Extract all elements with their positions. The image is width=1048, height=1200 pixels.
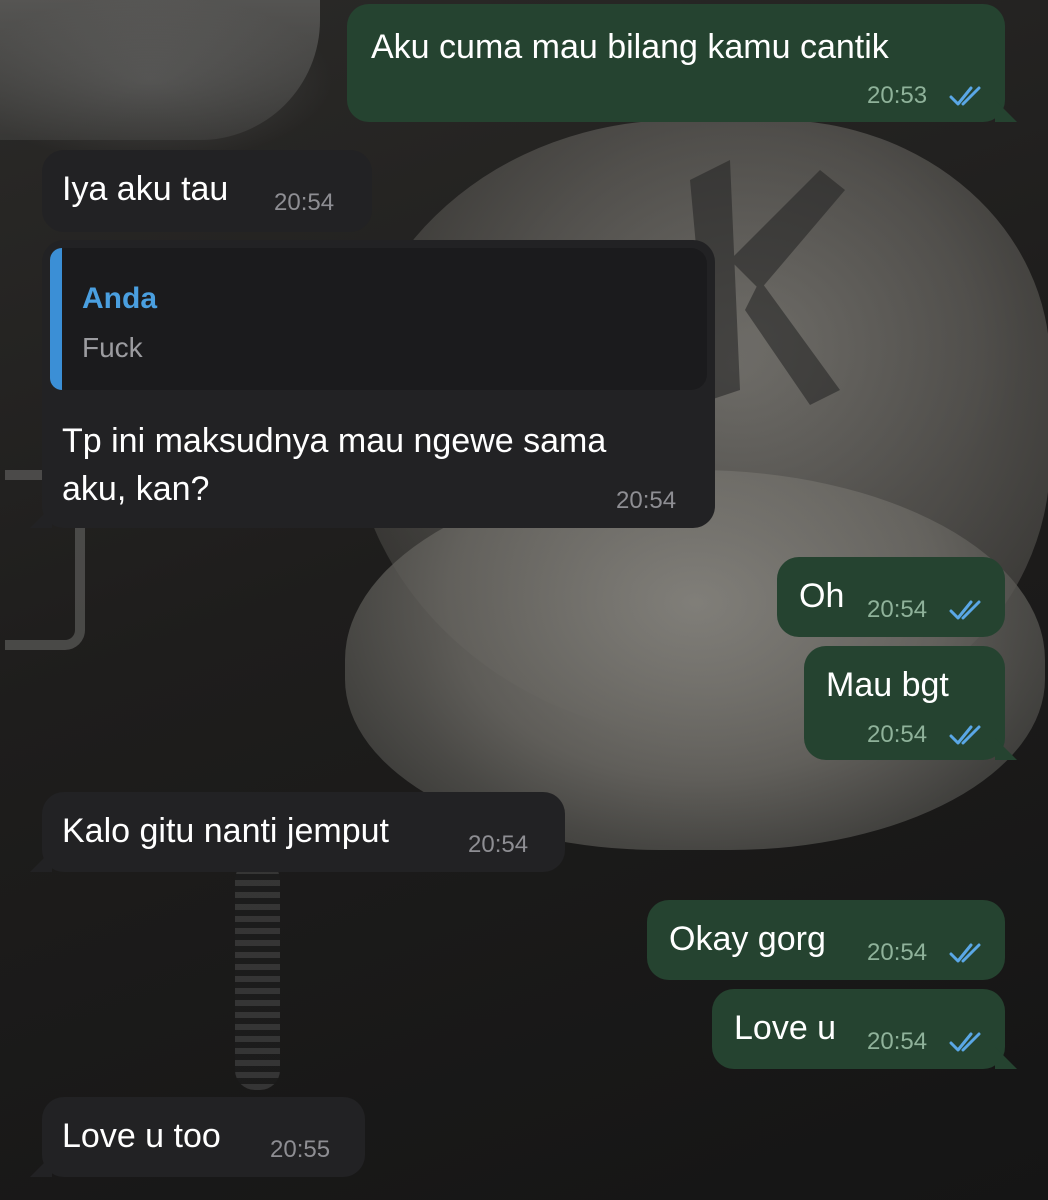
- message-time: 20:54: [867, 596, 928, 623]
- read-double-check-icon: [949, 1032, 981, 1052]
- message-time: 20:54: [867, 1028, 928, 1055]
- message-text: Oh: [799, 577, 845, 615]
- read-double-check-icon: [949, 943, 981, 963]
- reply-accent-bar: [50, 248, 62, 390]
- reply-text: Fuck: [82, 332, 143, 363]
- reply-author: Anda: [82, 282, 157, 315]
- message-time: 20:55: [270, 1136, 331, 1163]
- message-bubble-outgoing[interactable]: Okay gorg 20:54: [647, 900, 1005, 980]
- message-text-line-2: aku, kan?: [62, 470, 210, 508]
- message-bubble-outgoing[interactable]: Oh 20:54: [777, 557, 1005, 637]
- message-time: 20:53: [867, 82, 928, 109]
- message-text-line-1: Tp ini maksudnya mau ngewe sama: [62, 422, 607, 460]
- message-bubble-incoming-reply[interactable]: Anda Fuck Tp ini maksudnya mau ngewe sam…: [30, 240, 715, 528]
- message-bubble-incoming[interactable]: Iya aku tau 20:54: [42, 150, 372, 232]
- message-time: 20:54: [468, 831, 529, 858]
- read-double-check-icon: [949, 86, 981, 106]
- wallpaper-strap: [0, 0, 320, 140]
- message-text: Love u too: [62, 1117, 221, 1155]
- message-bubble-outgoing[interactable]: Love u 20:54: [712, 989, 1017, 1069]
- read-double-check-icon: [949, 600, 981, 620]
- message-time: 20:54: [274, 189, 335, 216]
- message-time: 20:54: [867, 721, 928, 748]
- message-bubble-incoming[interactable]: Kalo gitu nanti jemput 20:54: [30, 792, 565, 872]
- message-text: Aku cuma mau bilang kamu cantik: [371, 28, 889, 66]
- message-bubble-outgoing[interactable]: Mau bgt 20:54: [804, 646, 1017, 760]
- message-time: 20:54: [867, 939, 928, 966]
- message-text: Mau bgt: [826, 666, 949, 704]
- reply-quote[interactable]: Anda Fuck: [50, 248, 707, 390]
- message-bubble-outgoing[interactable]: Aku cuma mau bilang kamu cantik 20:53: [347, 4, 1017, 122]
- message-text: Kalo gitu nanti jemput: [62, 812, 389, 850]
- message-time: 20:54: [616, 487, 677, 514]
- wallpaper-zipper: [235, 860, 280, 1090]
- read-double-check-icon: [949, 725, 981, 745]
- message-text: Iya aku tau: [62, 170, 229, 208]
- message-text: Okay gorg: [669, 920, 826, 958]
- message-bubble-incoming[interactable]: Love u too 20:55: [30, 1097, 365, 1177]
- message-text: Love u: [734, 1009, 837, 1047]
